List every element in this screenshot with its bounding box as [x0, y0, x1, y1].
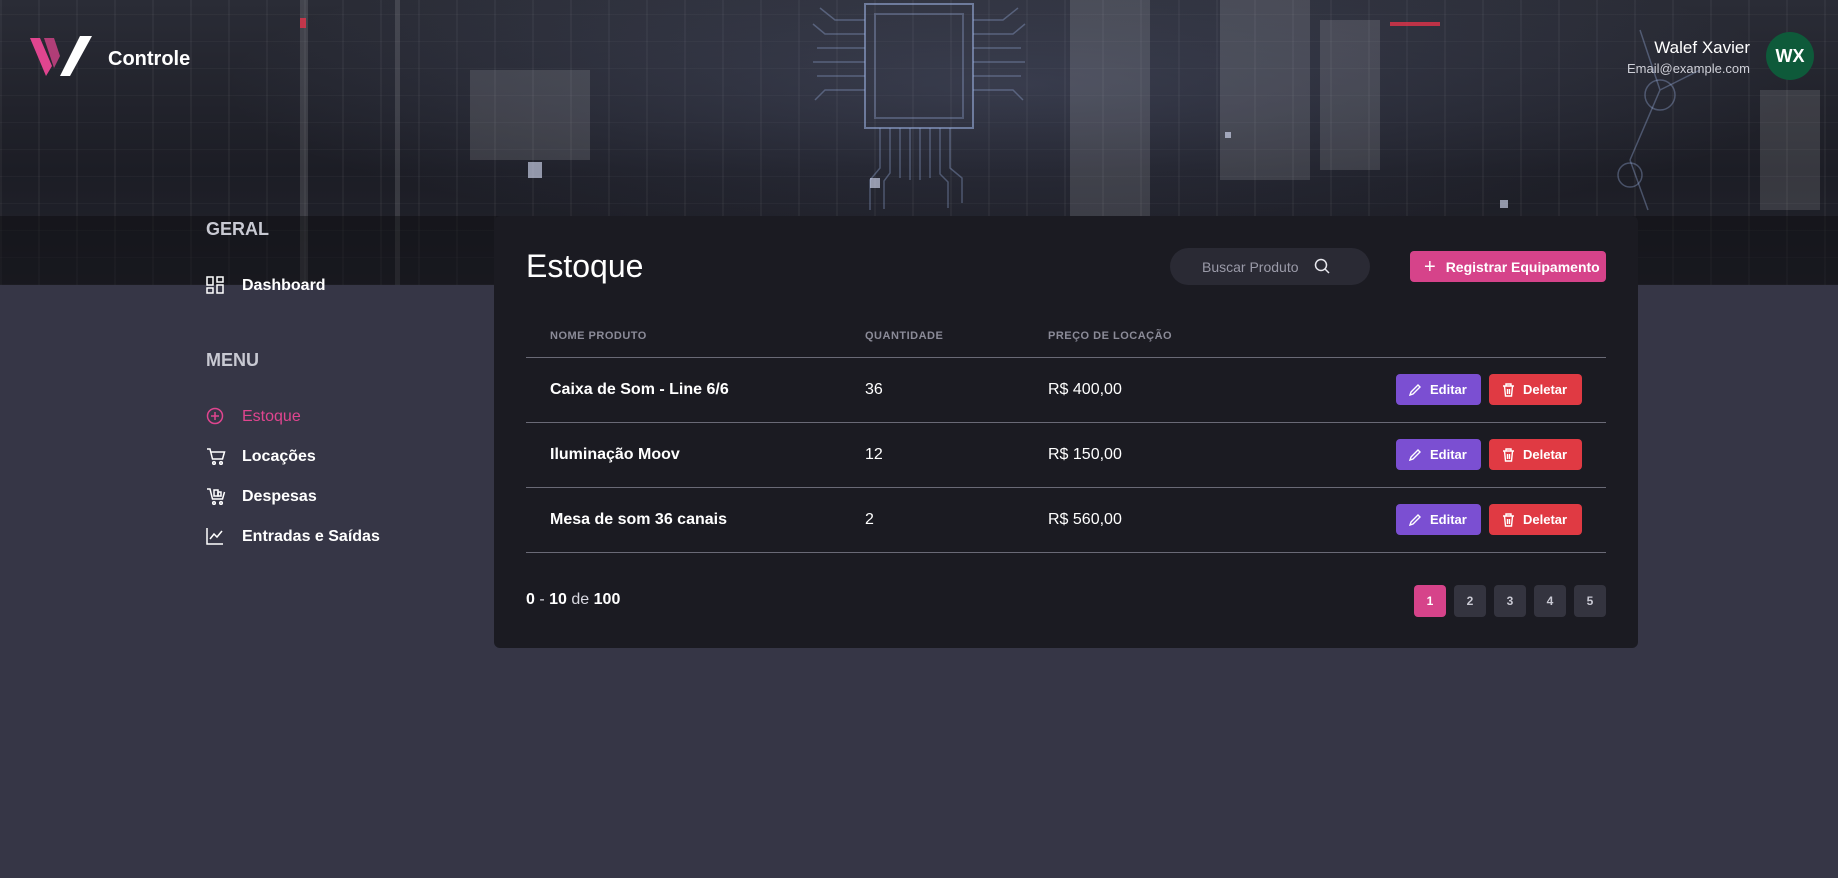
column-header-name: NOME PRODUTO — [550, 330, 647, 342]
sidebar-item-label: Entradas e Saídas — [242, 528, 380, 545]
sidebar-item-entradas-saidas[interactable]: Entradas e Saídas — [206, 525, 380, 549]
plus-icon: + — [1424, 255, 1436, 278]
pagination-summary: 0 - 10 de 100 — [526, 591, 620, 609]
delete-label: Deletar — [1523, 447, 1568, 462]
table-divider — [526, 357, 1606, 358]
delete-button[interactable]: Deletar — [1489, 504, 1582, 535]
edit-button[interactable]: Editar — [1396, 374, 1481, 405]
pencil-icon — [1409, 513, 1422, 526]
page-button-2[interactable]: 2 — [1454, 585, 1486, 617]
range-total: 100 — [593, 591, 621, 608]
product-quantity: 2 — [865, 511, 874, 528]
sidebar-heading-menu: MENU — [206, 350, 259, 370]
register-label: Registrar Equipamento — [1445, 258, 1600, 275]
product-quantity: 36 — [865, 381, 883, 398]
product-price: R$ 150,00 — [1048, 446, 1122, 463]
range-of: de — [571, 591, 590, 608]
avatar[interactable]: WX — [1766, 32, 1814, 80]
cart-icon — [206, 447, 226, 467]
edit-label: Editar — [1430, 447, 1467, 462]
sidebar-item-despesas[interactable]: Despesas — [206, 485, 317, 509]
table-divider — [526, 552, 1606, 553]
range-end: 10 — [549, 591, 567, 608]
sidebar-item-label: Dashboard — [242, 277, 326, 294]
trash-icon — [1502, 382, 1515, 397]
product-price: R$ 400,00 — [1048, 381, 1122, 398]
register-equipment-button[interactable]: + Registrar Equipamento — [1410, 251, 1606, 282]
table-divider — [526, 487, 1606, 488]
user-name: Walef Xavier — [1654, 38, 1750, 57]
sidebar-item-label: Locações — [242, 448, 316, 465]
sidebar-item-locacoes[interactable]: Locações — [206, 445, 316, 469]
delete-button[interactable]: Deletar — [1489, 439, 1582, 470]
product-name: Mesa de som 36 canais — [550, 511, 727, 528]
range-separator: - — [539, 591, 545, 608]
product-name: Caixa de Som - Line 6/6 — [550, 381, 729, 398]
edit-button[interactable]: Editar — [1396, 439, 1481, 470]
chart-line-icon — [206, 527, 226, 547]
logo-icon — [30, 36, 92, 76]
search-input[interactable]: Buscar Produto — [1170, 248, 1370, 285]
page-button-1[interactable]: 1 — [1414, 585, 1446, 617]
column-header-quantity: QUANTIDADE — [865, 330, 944, 342]
sidebar-item-estoque[interactable]: Estoque — [206, 405, 301, 429]
table-divider — [526, 422, 1606, 423]
product-price: R$ 560,00 — [1048, 511, 1122, 528]
dashboard-icon — [206, 276, 226, 296]
sidebar-item-label: Estoque — [242, 408, 301, 425]
page-button-4[interactable]: 4 — [1534, 585, 1566, 617]
plus-circle-icon — [206, 407, 226, 427]
edit-label: Editar — [1430, 382, 1467, 397]
trash-icon — [1502, 447, 1515, 462]
delete-label: Deletar — [1523, 382, 1568, 397]
user-email: Email@example.com — [1626, 61, 1750, 76]
page-button-3[interactable]: 3 — [1494, 585, 1526, 617]
column-header-price: PREÇO DE LOCAÇÃO — [1048, 330, 1173, 342]
edit-label: Editar — [1430, 512, 1467, 527]
search-placeholder: Buscar Produto — [1202, 258, 1299, 275]
edit-button[interactable]: Editar — [1396, 504, 1481, 535]
pencil-icon — [1409, 383, 1422, 396]
page-title: Estoque — [526, 248, 644, 284]
pencil-icon — [1409, 448, 1422, 461]
sidebar-item-label: Despesas — [242, 488, 317, 505]
range-start: 0 — [526, 591, 535, 608]
delete-label: Deletar — [1523, 512, 1568, 527]
search-icon[interactable] — [1314, 258, 1330, 277]
product-quantity: 12 — [865, 446, 883, 463]
delete-button[interactable]: Deletar — [1489, 374, 1582, 405]
trash-icon — [1502, 512, 1515, 527]
sidebar-heading-geral: GERAL — [206, 219, 269, 239]
sidebar-item-dashboard[interactable]: Dashboard — [206, 274, 326, 298]
cart-stack-icon — [206, 487, 226, 507]
page-button-5[interactable]: 5 — [1574, 585, 1606, 617]
brand-name: Controle — [108, 48, 191, 70]
product-name: Iluminação Moov — [550, 446, 680, 463]
